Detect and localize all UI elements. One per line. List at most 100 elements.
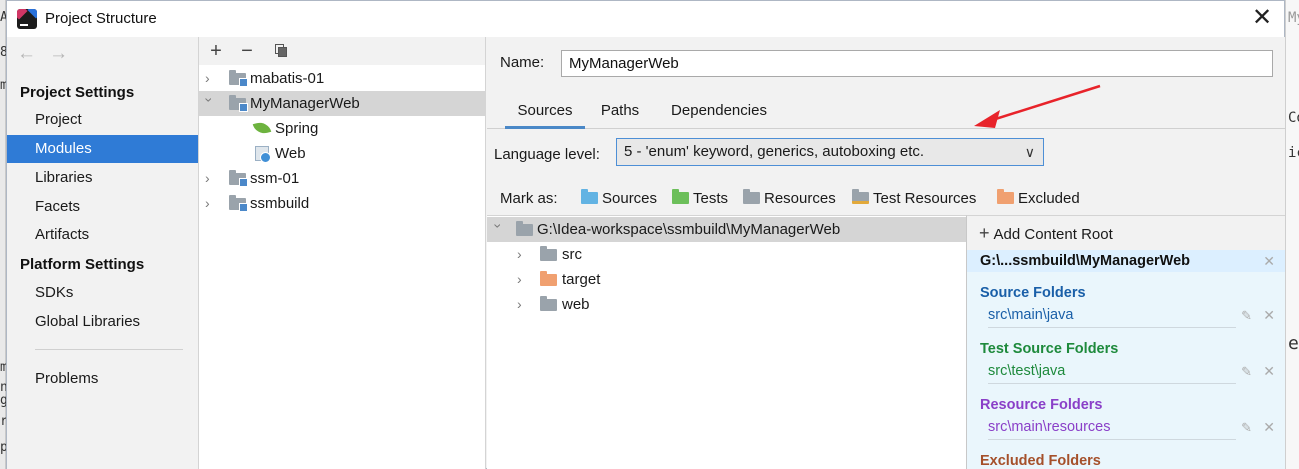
mark-test-resources-button[interactable]: Test Resources [852,189,976,207]
tab-paths[interactable]: Paths [594,102,646,129]
copy-icon [275,44,287,57]
settings-nav: ← → Project Settings Project Modules Lib… [7,37,199,469]
chevron-right-icon[interactable]: › [205,166,217,191]
edit-pencil-icon[interactable]: ✎ [1241,420,1252,436]
tree-item-label: ssm-01 [250,170,300,187]
platform-settings-heading: Platform Settings [20,256,145,273]
add-content-root-button[interactable]: + Add Content Root [967,216,1285,250]
background-ide-right-strip [1285,0,1299,469]
chevron-right-icon[interactable]: › [205,191,217,216]
tree-item-label: G:\Idea-workspace\ssmbuild\MyManagerWeb [537,221,841,238]
content-roots-panel: + Add Content Root G:\...ssmbuild\MyManag… [966,215,1285,469]
background-text: el [1288,333,1299,354]
forward-arrow-icon[interactable]: → [49,43,71,65]
chevron-down-icon[interactable]: › [197,98,222,110]
mark-as-label: Mark as: [500,190,558,207]
back-arrow-icon[interactable]: ← [17,43,39,65]
nav-item-libraries[interactable]: Libraries [7,164,198,192]
tree-item-ssm-01[interactable]: › ssm-01 [199,166,486,191]
excluded-folders-title: Excluded Folders [980,453,1101,469]
folder-icon [540,296,557,311]
chevron-down-icon[interactable]: › [486,224,511,236]
remove-folder-icon[interactable]: ✕ [1263,307,1275,324]
close-button[interactable]: ✕ [1248,5,1276,33]
nav-item-project[interactable]: Project [7,106,198,134]
nav-divider [35,349,183,350]
module-name-input[interactable] [561,50,1273,77]
plus-icon: + [979,223,990,243]
content-root-tree: › G:\Idea-workspace\ssmbuild\MyManagerWe… [487,215,966,469]
nav-item-global-libraries[interactable]: Global Libraries [7,308,198,336]
nav-item-problems[interactable]: Problems [7,365,198,393]
background-text: Cor [1288,110,1299,126]
tree-item-target[interactable]: › target [487,267,966,292]
tree-item-mymanagerweb[interactable]: › MyManagerWeb [199,91,486,116]
tree-item-web[interactable]: Web [199,141,486,166]
language-level-label: Language level: [494,146,600,163]
folder-icon [540,246,557,261]
mark-tests-button[interactable]: Tests [672,189,728,207]
project-structure-dialog: Project Structure ✕ ← → Project Settings… [6,0,1285,469]
tree-item-label: ssmbuild [250,195,310,212]
module-toolbar: + − [199,37,485,65]
test-folder-icon [672,189,689,204]
content-root-path: G:\...ssmbuild\MyManagerWeb [980,253,1191,269]
add-module-button[interactable]: + [205,39,227,63]
module-folder-icon [229,170,248,187]
dialog-title: Project Structure [45,10,157,27]
spring-leaf-icon [252,120,272,136]
annotation-arrow-icon [974,84,1101,128]
remove-content-root-icon[interactable]: ✕ [1263,250,1275,272]
tree-item-mabatis-01[interactable]: › mabatis-01 [199,66,486,91]
tab-dependencies[interactable]: Dependencies [663,102,775,129]
nav-item-sdks[interactable]: SDKs [7,279,198,307]
mark-sources-button[interactable]: Sources [581,189,657,207]
tree-item-label: web [562,296,590,313]
resource-folder-path: src\main\resources [988,419,1236,440]
mark-resources-button[interactable]: Resources [743,189,836,207]
chevron-right-icon[interactable]: › [205,66,217,91]
name-label: Name: [500,54,545,71]
excluded-folder-icon [540,271,557,286]
edit-pencil-icon[interactable]: ✎ [1241,308,1252,324]
module-folder-icon [229,195,248,212]
tree-item-web[interactable]: › web [487,292,966,317]
tree-item-content-root[interactable]: › G:\Idea-workspace\ssmbuild\MyManagerWe… [487,217,966,242]
edit-pencil-icon[interactable]: ✎ [1241,364,1252,380]
nav-item-artifacts[interactable]: Artifacts [7,221,198,249]
mark-excluded-button[interactable]: Excluded [997,189,1080,207]
module-folder-icon [229,70,248,87]
tree-item-ssmbuild[interactable]: › ssmbuild [199,191,486,216]
test-source-folder-path: src\test\java [988,363,1236,384]
remove-folder-icon[interactable]: ✕ [1263,363,1275,380]
language-level-value: 5 - 'enum' keyword, generics, autoboxing… [624,143,925,160]
language-level-dropdown[interactable]: 5 - 'enum' keyword, generics, autoboxing… [616,138,1044,166]
chevron-down-icon: ∨ [1024,144,1035,160]
intellij-logo-icon [17,9,37,29]
module-detail-panel: Name: Sources Paths Dependencies Languag… [487,37,1285,469]
title-bar: Project Structure ✕ [7,1,1284,37]
tree-item-label: mabatis-01 [250,70,325,87]
folder-icon [516,221,533,236]
resource-folders-title: Resource Folders [980,397,1103,413]
tree-item-src[interactable]: › src [487,242,966,267]
remove-module-button[interactable]: − [236,39,258,63]
background-text: MyM [1288,10,1299,26]
tree-item-label: src [562,246,582,263]
background-text: ice [1288,145,1299,161]
resource-folder-icon [743,189,760,204]
nav-item-facets[interactable]: Facets [7,193,198,221]
tree-item-spring[interactable]: Spring [199,116,486,141]
source-folders-title: Source Folders [980,285,1086,301]
chevron-right-icon[interactable]: › [517,267,529,292]
remove-folder-icon[interactable]: ✕ [1263,419,1275,436]
copy-module-button[interactable] [270,39,292,63]
tab-sources[interactable]: Sources [505,102,585,129]
tree-item-label: Web [275,145,306,162]
chevron-right-icon[interactable]: › [517,242,529,267]
nav-item-modules[interactable]: Modules [7,135,198,163]
excluded-folder-icon [997,189,1014,204]
module-folder-icon [229,95,248,112]
web-facet-icon [255,146,271,163]
chevron-right-icon[interactable]: › [517,292,529,317]
